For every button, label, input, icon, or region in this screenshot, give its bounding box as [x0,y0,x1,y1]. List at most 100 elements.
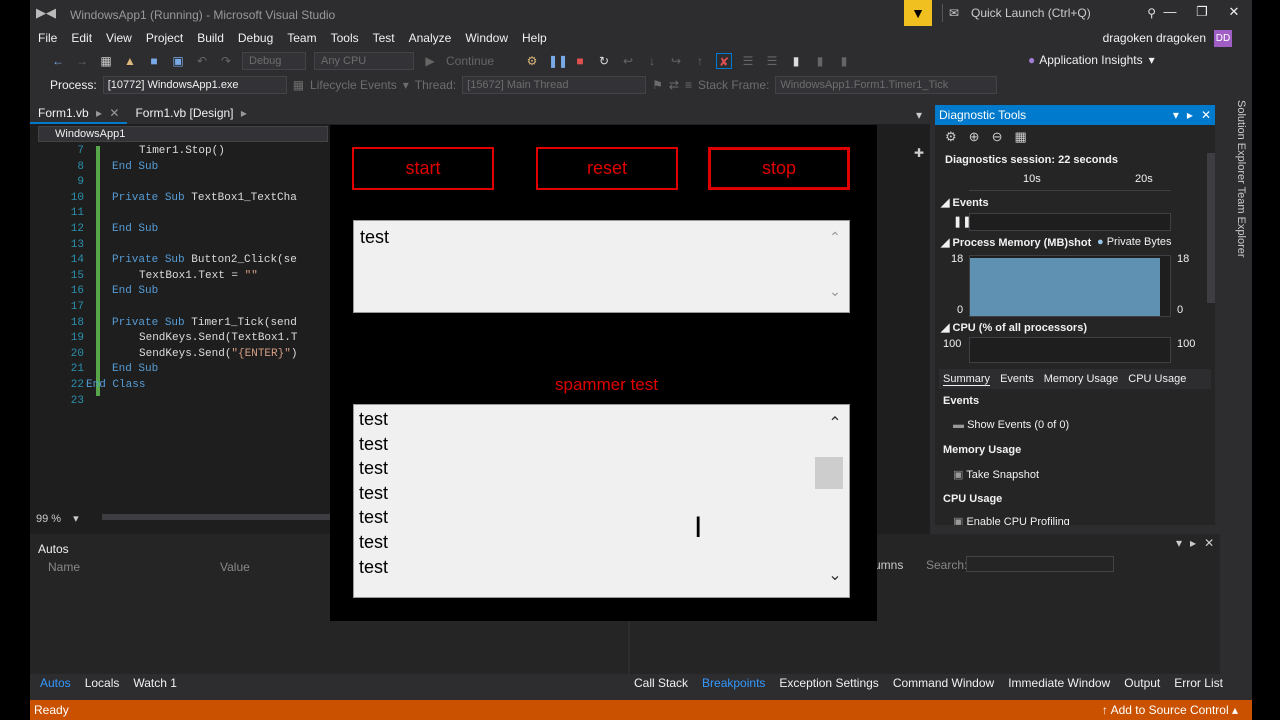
tab-command-window[interactable]: Command Window [893,676,994,690]
pause-icon[interactable]: ❚❚ [548,53,568,69]
menu-help[interactable]: Help [522,28,547,48]
diag-close-icon[interactable]: ✕ [1201,105,1211,125]
menu-project[interactable]: Project [146,28,183,48]
output-scroll-down-icon[interactable]: ⌄ [822,565,848,585]
comment-icon[interactable]: ☰ [740,53,756,69]
scroll-down-icon[interactable]: ⌄ [822,283,848,300]
tab-immediate-window[interactable]: Immediate Window [1008,676,1110,690]
save-all-icon[interactable]: ▣ [170,53,186,69]
tab-cpu-usage[interactable]: CPU Usage [1128,373,1186,385]
add-to-source-control[interactable]: ↑ Add to Source Control ▴ [1102,700,1238,720]
code-line[interactable]: 21 End Sub [30,362,330,378]
stop-debug-icon[interactable]: ■ [572,53,588,69]
continue-label[interactable]: Continue [446,54,516,68]
output-scroll-up-icon[interactable]: ⌃ [822,413,848,433]
menu-edit[interactable]: Edit [71,28,92,48]
menu-build[interactable]: Build [197,28,224,48]
horizontal-scrollbar[interactable] [102,514,332,520]
step-out-icon[interactable]: ↑ [692,53,708,69]
show-next-statement-icon[interactable]: ↩ [620,53,636,69]
cpu-section[interactable]: ◢ CPU (% of all processors) [941,321,1087,334]
code-line[interactable]: 13 [30,238,330,254]
restore-button[interactable]: ❐ [1192,4,1212,20]
code-line[interactable]: 16 End Sub [30,284,330,300]
take-snapshot-button[interactable]: ▣ Take Snapshot [953,468,1039,481]
project-nav-dropdown[interactable]: WindowsApp1 [38,126,328,142]
breakpoints-search-input[interactable] [966,556,1114,572]
close-button[interactable]: ✕ [1224,4,1244,20]
new-project-icon[interactable]: ▦ [98,53,114,69]
code-line[interactable]: 11 [30,206,330,222]
tab-output[interactable]: Output [1124,676,1160,690]
code-line[interactable]: 22 End Class [30,378,330,394]
code-line[interactable]: 20 SendKeys.Send("{ENTER}") [30,347,330,363]
minimize-button[interactable]: — [1160,4,1180,20]
autos-col-name[interactable]: Name [48,560,80,574]
tab-autos[interactable]: Autos [40,676,71,690]
code-line[interactable]: 19 SendKeys.Send(TextBox1.T [30,331,330,347]
start-button[interactable]: start [352,147,494,190]
pane-close-icon[interactable]: ✕ [1204,536,1214,550]
zoom-control[interactable]: 99 % ▾ [36,512,79,526]
zoom-out-icon[interactable]: ⊖ [992,129,1003,145]
prev-bookmark-icon[interactable]: ▮ [812,53,828,69]
pane-pin-icon[interactable]: ▸ [1190,536,1196,550]
diag-pin-icon[interactable]: ▸ [1187,105,1193,125]
code-line[interactable]: 9 [30,175,330,191]
show-events-link[interactable]: ▬ Show Events (0 of 0) [953,419,1069,431]
menu-team[interactable]: Team [287,28,316,48]
columns-dropdown[interactable]: umns [874,558,903,572]
enable-cpu-profiling-button[interactable]: ▣ Enable CPU Profiling [953,515,1070,525]
code-line[interactable]: 12 End Sub [30,222,330,238]
menu-debug[interactable]: Debug [238,28,273,48]
diag-scrollbar[interactable] [1207,153,1215,303]
tab-call-stack[interactable]: Call Stack [634,676,688,690]
tab-watch-1[interactable]: Watch 1 [133,676,177,690]
application-insights-button[interactable]: ● Application Insights ▾ [1028,53,1155,67]
feedback-filter-icon[interactable]: ▼ [904,0,932,26]
timeline-ruler[interactable]: 10s 20s [969,171,1171,191]
stop-button[interactable]: stop [708,147,850,190]
tab-memory-usage[interactable]: Memory Usage [1044,373,1119,385]
uncomment-icon[interactable]: ☰ [764,53,780,69]
back-icon[interactable]: ← [50,53,66,69]
bookmark-icon[interactable]: ▮ [788,53,804,69]
thread-select[interactable]: [15672] Main Thread [462,76,647,94]
code-line[interactable]: 7 Timer1.Stop() [30,144,330,160]
tab-overflow-icon[interactable]: ▾ [916,108,922,122]
quick-launch-input[interactable]: ✉ Quick Launch (Ctrl+Q) ⚲ [942,4,1160,22]
zoom-in-icon[interactable]: ⊕ [969,129,980,145]
code-line[interactable]: 8 End Sub [30,160,330,176]
code-line[interactable]: 18 Private Sub Timer1_Tick(send [30,316,330,332]
undo-icon[interactable]: ↶ [194,53,210,69]
open-icon[interactable]: ▲ [122,53,138,69]
memory-section[interactable]: ◢ Process Memory (MB)shot [941,236,1091,249]
platform-select[interactable]: Any CPU [314,52,414,70]
forward-icon[interactable]: → [74,53,90,69]
code-line[interactable]: 23 [30,394,330,410]
redo-icon[interactable]: ↷ [218,53,234,69]
message-input[interactable]: test ⌃ ⌄ [353,220,850,313]
menu-test[interactable]: Test [373,28,395,48]
split-editor-icon[interactable]: ✚ [914,146,924,160]
pin-icon[interactable]: ▸ [96,106,102,120]
step-into-icon[interactable]: ↓ [644,53,660,69]
menu-view[interactable]: View [106,28,132,48]
next-bookmark-icon[interactable]: ▮ [836,53,852,69]
menu-window[interactable]: Window [465,28,508,48]
avatar[interactable]: DD [1214,30,1232,47]
lifecycle-events-label[interactable]: Lifecycle Events [310,78,397,92]
code-line[interactable]: 15 TextBox1.Text = "" [30,269,330,285]
process-select[interactable]: [10772] WindowsApp1.exe [102,76,287,94]
diag-dropdown-icon[interactable]: ▾ [1173,105,1179,125]
code-line[interactable]: 17 [30,300,330,316]
restart-icon[interactable]: ↻ [596,53,612,69]
hex-icon[interactable]: ✘ [716,53,732,69]
stack-frame-select[interactable]: WindowsApp1.Form1.Timer1_Tick [775,76,998,94]
pane-dropdown-icon[interactable]: ▾ [1176,536,1182,550]
tab-form1-vb[interactable]: Form1.vb ▸ ✕ [30,104,128,124]
continue-icon[interactable]: ▶ [422,53,438,69]
settings-gear-icon[interactable]: ⚙ [945,129,957,145]
events-section[interactable]: ◢ Events [941,196,989,209]
memory-graph[interactable] [969,255,1171,317]
